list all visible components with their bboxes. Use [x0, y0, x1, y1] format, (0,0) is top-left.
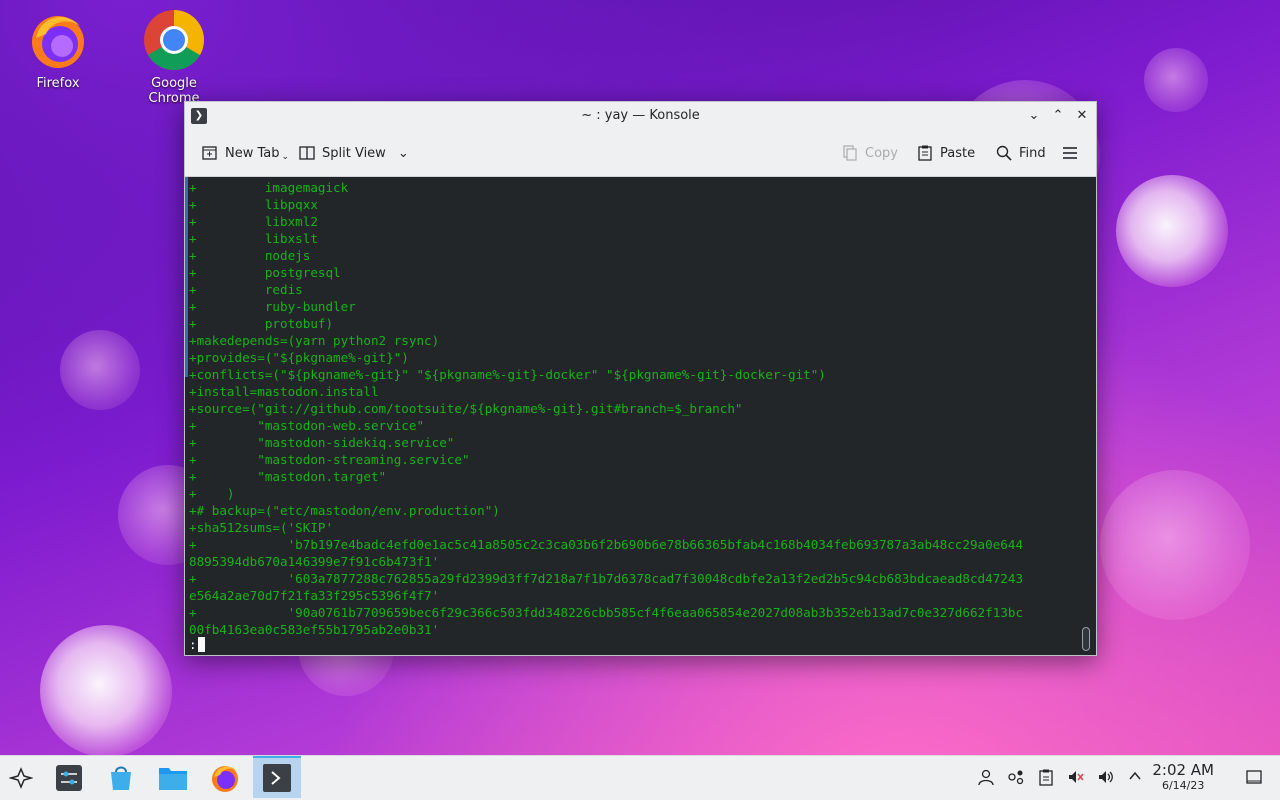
chevron-down-icon: ⌄ — [281, 152, 290, 162]
terminal-line: +conflicts=("${pkgname%-git}" "${pkgname… — [189, 367, 826, 382]
terminal-line: + "mastodon-streaming.service" — [189, 452, 470, 467]
maximize-button[interactable]: ⌃ — [1048, 106, 1068, 126]
digital-clock[interactable]: 2:02 AM 6/14/23 — [1152, 761, 1214, 792]
terminal-line: + imagemagick — [189, 180, 349, 195]
paste-icon — [918, 145, 932, 161]
desktop-icon-chrome[interactable]: Google Chrome — [124, 8, 224, 106]
terminal-line: +provides=("${pkgname%-git}") — [189, 350, 409, 365]
window-title: ~ : yay — Konsole — [581, 108, 700, 123]
split-view-icon — [299, 146, 315, 160]
konsole-window: ❯ ~ : yay — Konsole ⌄ ⌃ ✕ New Tab ⌄ Spli… — [184, 101, 1097, 656]
terminal-line: 8895394db670a146399e7f91c6b473f1' — [189, 554, 440, 569]
minimize-button[interactable]: ⌄ — [1024, 106, 1044, 126]
new-tab-button[interactable]: New Tab ⌄ — [201, 142, 289, 164]
terminal-line: + libxml2 — [189, 214, 318, 229]
terminal-line: 00fb4163ea0c583ef55b1795ab2e0b31' — [189, 622, 440, 637]
kde-connect-icon[interactable] — [1006, 768, 1026, 788]
terminal-line: +sha512sums=('SKIP' — [189, 520, 334, 535]
terminal-line: + ruby-bundler — [189, 299, 356, 314]
paste-label: Paste — [940, 145, 976, 161]
show-desktop-icon[interactable] — [1244, 768, 1264, 788]
terminal-line: + '603a7877288c762855a29fd2399d3ff7d218a… — [189, 571, 1024, 586]
copy-label: Copy — [865, 145, 898, 161]
dolphin-folder-icon — [159, 768, 187, 790]
clock-date: 6/14/23 — [1161, 779, 1205, 792]
copy-icon — [843, 145, 857, 161]
terminal-line: + "mastodon-sidekiq.service" — [189, 435, 455, 450]
taskbar: 2:02 AM 6/14/23 — [0, 755, 1280, 800]
pager-prompt[interactable]: : — [189, 637, 205, 652]
paste-button[interactable]: Paste — [916, 142, 975, 164]
terminal-line: + 'b7b197e4badc4efd0e1ac5c41a8505c2c3ca0… — [189, 537, 1024, 552]
copy-button[interactable]: Copy — [841, 142, 898, 164]
user-switcher-icon[interactable] — [976, 768, 996, 788]
terminal-line: + libxslt — [189, 231, 318, 246]
clock-time: 2:02 AM — [1152, 761, 1214, 779]
terminal-output: + imagemagick + libpqxx + libxml2 + libxslt… — [189, 179, 1070, 638]
terminal-line: +install=mastodon.install — [189, 384, 379, 399]
konsole-icon — [263, 764, 291, 792]
search-icon — [996, 145, 1012, 161]
taskbar-dolphin[interactable] — [156, 761, 190, 795]
terminal-line: +makedepends=(yarn python2 rsync) — [189, 333, 440, 348]
terminal-line: + "mastodon.target" — [189, 469, 387, 484]
desktop-icon-firefox[interactable]: Firefox — [8, 8, 108, 91]
scrollbar-handle[interactable] — [1082, 627, 1090, 651]
terminal-line: + libpqxx — [189, 197, 318, 212]
taskbar-discover[interactable] — [104, 761, 138, 795]
taskbar-firefox[interactable] — [208, 761, 242, 795]
terminal-line: + "mastodon-web.service" — [189, 418, 425, 433]
scroll-marker — [185, 177, 188, 377]
terminal-line: + nodejs — [189, 248, 311, 263]
titlebar[interactable]: ❯ ~ : yay — Konsole ⌄ ⌃ ✕ — [185, 102, 1096, 130]
terminal-view[interactable]: + imagemagick + libpqxx + libxml2 + libxslt… — [185, 177, 1096, 655]
close-button[interactable]: ✕ — [1072, 106, 1092, 126]
hamburger-menu-button[interactable] — [1061, 142, 1079, 164]
app-launcher-button[interactable] — [4, 761, 38, 795]
terminal-line: + ) — [189, 486, 235, 501]
terminal-line: + protobuf) — [189, 316, 334, 331]
find-label: Find — [1019, 145, 1046, 161]
volume-icon[interactable] — [1096, 768, 1116, 788]
terminal-line: + postgresql — [189, 265, 341, 280]
taskbar-konsole[interactable] — [253, 756, 301, 798]
app-launcher-icon — [9, 767, 33, 789]
terminal-line: + redis — [189, 282, 303, 297]
terminal-line: +source=("git://github.com/tootsuite/${p… — [189, 401, 743, 416]
taskbar-system-settings[interactable] — [52, 761, 86, 795]
find-button[interactable]: Find — [995, 142, 1046, 164]
chevron-down-icon: ⌄ — [397, 145, 409, 161]
hamburger-menu-icon — [1063, 147, 1077, 159]
split-view-button[interactable]: Split View ⌄ — [298, 142, 409, 164]
discover-icon — [111, 766, 131, 790]
firefox-icon — [212, 766, 238, 792]
desktop-icon-label: Firefox — [36, 76, 80, 91]
audio-muted-icon[interactable] — [1066, 768, 1086, 788]
split-view-label: Split View — [322, 145, 386, 161]
chrome-icon — [142, 8, 206, 72]
firefox-icon — [26, 8, 90, 72]
text-cursor — [197, 637, 205, 652]
new-tab-label: New Tab — [225, 145, 280, 161]
toolbar: New Tab ⌄ Split View ⌄ Copy Paste Find — [185, 130, 1096, 177]
system-settings-icon — [56, 765, 82, 791]
terminal-line: + '90a0761b7709659bec6f29c366c503fdd3482… — [189, 605, 1024, 620]
chevron-up-icon[interactable] — [1125, 768, 1145, 788]
new-tab-icon — [202, 146, 217, 160]
clipboard-icon[interactable] — [1036, 768, 1056, 788]
terminal-line: +# backup=("etc/mastodon/env.production"… — [189, 503, 500, 518]
terminal-line: e564a2ae70d7f21fa33f295c5396f4f7' — [189, 588, 440, 603]
